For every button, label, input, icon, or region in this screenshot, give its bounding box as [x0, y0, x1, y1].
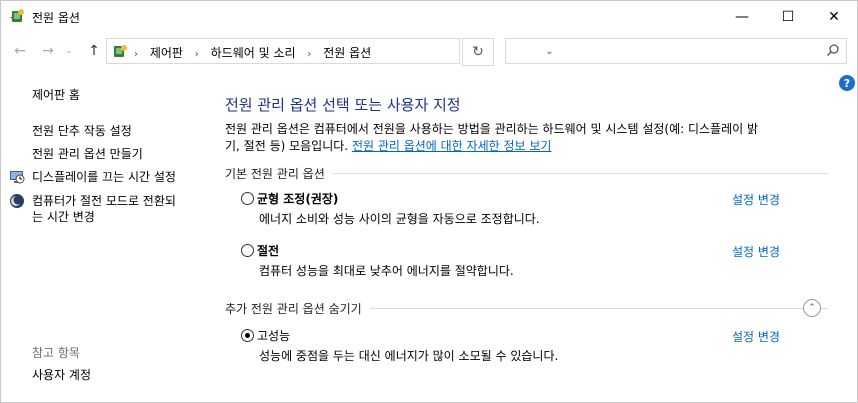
collapse-chevron-up-icon[interactable]: ⌃ — [803, 299, 821, 317]
plan-balanced-name[interactable]: 균형 조정(권장) — [257, 190, 338, 207]
sidebar-item-power-button-settings[interactable]: 전원 단추 작동 설정 — [32, 123, 132, 139]
see-also-title: 참고 항목 — [32, 346, 80, 360]
extra-plans-section: 추가 전원 관리 옵션 숨기기 ⌃ — [225, 299, 829, 317]
search-icon — [826, 44, 839, 57]
breadcrumb-power-options[interactable]: 전원 옵션 — [323, 46, 371, 60]
title-bar: 전원 옵션 — ☐ ✕ — [1, 1, 857, 32]
plan-high-performance-name[interactable]: 고성능 — [257, 327, 290, 344]
control-panel-icon — [114, 45, 127, 57]
power-options-window: 전원 옵션 — ☐ ✕ ← → ⌄ ↑ › 제어판 › 하드웨어 및 소리 › … — [0, 0, 858, 403]
close-button[interactable]: ✕ — [811, 1, 857, 32]
extra-plans-title[interactable]: 추가 전원 관리 옵션 숨기기 — [225, 300, 370, 317]
window-title: 전원 옵션 — [32, 11, 80, 25]
plan-balanced: 균형 조정(권장) 에너지 소비와 성능 사이의 균형을 자동으로 조정합니다.… — [241, 190, 831, 226]
sidebar: 제어판 홈 전원 단추 작동 설정 전원 관리 옵션 만들기 디스플레이를 끄는… — [1, 70, 211, 400]
plan-high-performance-change-settings-link[interactable]: 설정 변경 — [732, 328, 780, 345]
plan-balanced-change-settings-link[interactable]: 설정 변경 — [732, 191, 780, 208]
up-button[interactable]: ↑ — [85, 42, 103, 60]
page-description: 전원 관리 옵션은 컴퓨터에서 전원을 사용하는 방법을 관리하는 하드웨어 및… — [225, 121, 785, 155]
power-plan-info-link[interactable]: 전원 관리 옵션에 대한 자세한 정보 보기 — [352, 139, 552, 153]
moon-sleep-icon — [10, 194, 24, 208]
forward-button[interactable]: → — [39, 42, 57, 60]
sidebar-item-display-off-time[interactable]: 디스플레이를 끄는 시간 설정 — [32, 169, 176, 185]
recent-locations-button[interactable]: ⌄ — [63, 42, 75, 60]
search-input[interactable] — [505, 38, 847, 64]
refresh-button[interactable]: ↻ — [462, 38, 494, 66]
address-bar[interactable]: › 제어판 › 하드웨어 및 소리 › 전원 옵션 ⌄ — [106, 38, 554, 64]
maximize-button[interactable]: ☐ — [765, 1, 811, 32]
sidebar-item-sleep-time-line2: 는 시간 변경 — [32, 210, 95, 224]
sidebar-item-create-power-plan[interactable]: 전원 관리 옵션 만들기 — [32, 146, 143, 162]
main-content: 전원 관리 옵션 선택 또는 사용자 지정 전원 관리 옵션은 컴퓨터에서 전원… — [225, 70, 845, 400]
breadcrumb-chevron-icon[interactable]: › — [307, 49, 311, 60]
basic-plans-section: 기본 전원 관리 옵션 — [225, 165, 829, 182]
plan-power-saver-description: 컴퓨터 성능을 최대로 낮추어 에너지를 절약합니다. — [259, 264, 514, 278]
display-clock-icon — [10, 171, 25, 184]
basic-plans-title: 기본 전원 관리 옵션 — [225, 165, 333, 182]
page-title: 전원 관리 옵션 선택 또는 사용자 지정 — [225, 96, 461, 114]
sidebar-item-user-accounts[interactable]: 사용자 계정 — [32, 367, 91, 383]
breadcrumb: › 제어판 › 하드웨어 및 소리 › 전원 옵션 — [134, 44, 371, 61]
description-line1: 전원 관리 옵션은 컴퓨터에서 전원을 사용하는 방법을 관리하는 하드웨어 및… — [225, 122, 759, 136]
breadcrumb-control-panel[interactable]: 제어판 — [150, 46, 183, 60]
plan-power-saver-radio[interactable] — [241, 244, 254, 257]
navigation-bar: ← → ⌄ ↑ › 제어판 › 하드웨어 및 소리 › 전원 옵션 ⌄ ↻ — [1, 32, 857, 70]
plan-high-performance-radio[interactable] — [241, 329, 254, 342]
power-options-icon — [10, 9, 24, 22]
plan-high-performance: 고성능 성능에 중점을 두는 대신 에너지가 많이 소모될 수 있습니다. 설정… — [241, 327, 831, 363]
plan-high-performance-description: 성능에 중점을 두는 대신 에너지가 많이 소모될 수 있습니다. — [259, 349, 559, 363]
back-button[interactable]: ← — [11, 42, 29, 60]
plan-power-saver-change-settings-link[interactable]: 설정 변경 — [732, 243, 780, 260]
plan-balanced-description: 에너지 소비와 성능 사이의 균형을 자동으로 조정합니다. — [259, 212, 540, 226]
plan-balanced-radio[interactable] — [241, 192, 254, 205]
breadcrumb-chevron-icon[interactable]: › — [195, 49, 199, 60]
sidebar-item-sleep-time-line1: 컴퓨터가 절전 모드로 전환되 — [32, 194, 176, 208]
breadcrumb-hardware-sound[interactable]: 하드웨어 및 소리 — [211, 46, 296, 60]
plan-power-saver-name[interactable]: 절전 — [257, 242, 279, 259]
description-line2: 기, 절전 등) 모음입니다. — [225, 139, 352, 153]
minimize-button[interactable]: — — [719, 1, 765, 32]
sidebar-control-panel-home[interactable]: 제어판 홈 — [32, 87, 80, 103]
breadcrumb-root-chevron-icon[interactable]: › — [134, 49, 138, 60]
sidebar-item-sleep-time[interactable]: 컴퓨터가 절전 모드로 전환되 는 시간 변경 — [32, 193, 176, 225]
plan-power-saver: 절전 컴퓨터 성능을 최대로 낮추어 에너지를 절약합니다. 설정 변경 — [241, 242, 831, 278]
